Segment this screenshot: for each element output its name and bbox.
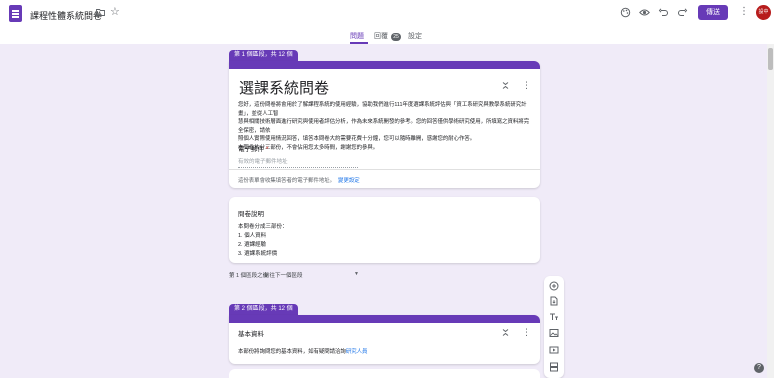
collapse-section-icon[interactable] xyxy=(501,81,510,90)
chevron-down-icon[interactable]: ▼ xyxy=(354,271,359,277)
section-1-tag: 第 1 個區段，共 12 個 xyxy=(229,50,298,61)
active-tab-indicator xyxy=(350,42,368,44)
email-note-text: 這份表單會收集填答者的電子郵件地址。 xyxy=(238,178,336,184)
floating-toolbar xyxy=(544,276,564,378)
tab-responses-label: 回覆 xyxy=(374,33,388,40)
add-section-icon[interactable] xyxy=(549,362,559,372)
text-item-line: 3. 選課系統評價 xyxy=(238,251,278,257)
redo-icon[interactable] xyxy=(677,7,688,18)
tab-questions[interactable]: 問題 xyxy=(350,31,364,41)
required-asterisk: * xyxy=(265,146,269,153)
description-line: 本問卷共分三部份，不會佔用您太多時間，謝謝您的參與。 xyxy=(238,144,379,151)
undo-icon[interactable] xyxy=(658,7,669,18)
next-card-partial[interactable] xyxy=(229,369,540,378)
description-line: 照個人實際使用情況回答，填答本問卷大約需要花費十分鐘，您可以隨時離開，感謝您的耐… xyxy=(238,136,476,142)
help-icon[interactable]: ? xyxy=(754,363,764,373)
text-item-line: 本問卷分成三部份： xyxy=(238,224,288,230)
add-question-icon[interactable] xyxy=(549,281,559,291)
text-item-line: 2. 選課經驗 xyxy=(238,242,267,248)
after-section-select[interactable]: 前往下一個區段 xyxy=(264,271,303,279)
avatar[interactable]: 設中 xyxy=(756,5,771,20)
section-2-description-text: 本部份將詢問您的基本資料，如有疑問請洽詢 xyxy=(238,349,346,355)
add-title-icon[interactable] xyxy=(549,312,559,322)
tab-responses[interactable]: 回覆 25 xyxy=(374,31,401,41)
email-collection-note: 這份表單會收集填答者的電子郵件地址。 變更設定 xyxy=(238,176,360,184)
text-item-card[interactable]: 問卷說明 本問卷分成三部份： 1. 個人資料 2. 選課經驗 3. 選課系統評價 xyxy=(229,197,540,263)
email-field[interactable]: 有效的電子郵件地址 xyxy=(238,157,358,168)
add-image-icon[interactable] xyxy=(549,328,559,338)
more-options-icon[interactable]: ⋮ xyxy=(739,6,749,17)
section-more-icon[interactable]: ⋮ xyxy=(522,328,531,337)
divider xyxy=(229,169,540,170)
text-item-title[interactable]: 問卷說明 xyxy=(238,208,264,218)
collapse-section-icon[interactable] xyxy=(501,328,510,337)
form-description[interactable]: 您好，這份問卷將會用於了解課程系統的使用經驗，協助我們進行111年度選課系統評估… xyxy=(238,101,534,152)
folder-icon[interactable] xyxy=(96,8,105,16)
add-video-icon[interactable] xyxy=(549,345,559,355)
change-settings-link[interactable]: 變更設定 xyxy=(338,178,360,184)
section-2-title[interactable]: 基本資料 xyxy=(238,328,264,338)
palette-icon[interactable] xyxy=(620,7,631,18)
scrollbar-thumb[interactable] xyxy=(768,48,773,70)
after-section-label: 第 1 個區段之後 xyxy=(229,273,269,279)
import-questions-icon[interactable] xyxy=(549,296,559,306)
section-more-icon[interactable]: ⋮ xyxy=(522,81,531,90)
section-2-description[interactable]: 本部份將詢問您的基本資料，如有疑問請洽詢研究人員 xyxy=(238,347,367,355)
page-scrollbar[interactable] xyxy=(767,44,774,378)
description-line: 您好，這份問卷將會用於了解課程系統的使用經驗，協助我們進行111年度選課系統評估… xyxy=(238,102,527,117)
form-title[interactable]: 選課系統問卷 xyxy=(239,77,329,98)
section-2-tag: 第 2 個區段，共 12 個 xyxy=(229,304,298,315)
star-icon[interactable]: ☆ xyxy=(110,6,120,18)
text-item-line: 1. 個人資料 xyxy=(238,233,267,239)
email-label-text: 電子郵件 xyxy=(238,146,264,153)
email-question-label: 電子郵件 * xyxy=(238,143,268,153)
description-line: 慧與相關技術層面進行研究與使用者評估分析，作為未來系統開發的參考。您的回答僅供學… xyxy=(238,119,530,134)
section-2-card[interactable]: 基本資料 ⋮ 本部份將詢問您的基本資料，如有疑問請洽詢研究人員 xyxy=(229,315,540,364)
form-title-card[interactable]: 選課系統問卷 ⋮ 您好，這份問卷將會用於了解課程系統的使用經驗，協助我們進行11… xyxy=(229,61,540,188)
document-title[interactable]: 課程性體系統問卷 xyxy=(30,9,102,22)
tab-settings[interactable]: 設定 xyxy=(408,31,422,41)
responses-count-badge: 25 xyxy=(391,33,401,41)
forms-logo-icon[interactable] xyxy=(9,5,22,22)
section-2-link[interactable]: 研究人員 xyxy=(346,349,368,355)
preview-eye-icon[interactable] xyxy=(639,7,650,18)
top-bar: 課程性體系統問卷 ☆ 傳送 ⋮ 設中 問題 回覆 25 設定 xyxy=(0,0,774,44)
send-button[interactable]: 傳送 xyxy=(698,5,728,20)
